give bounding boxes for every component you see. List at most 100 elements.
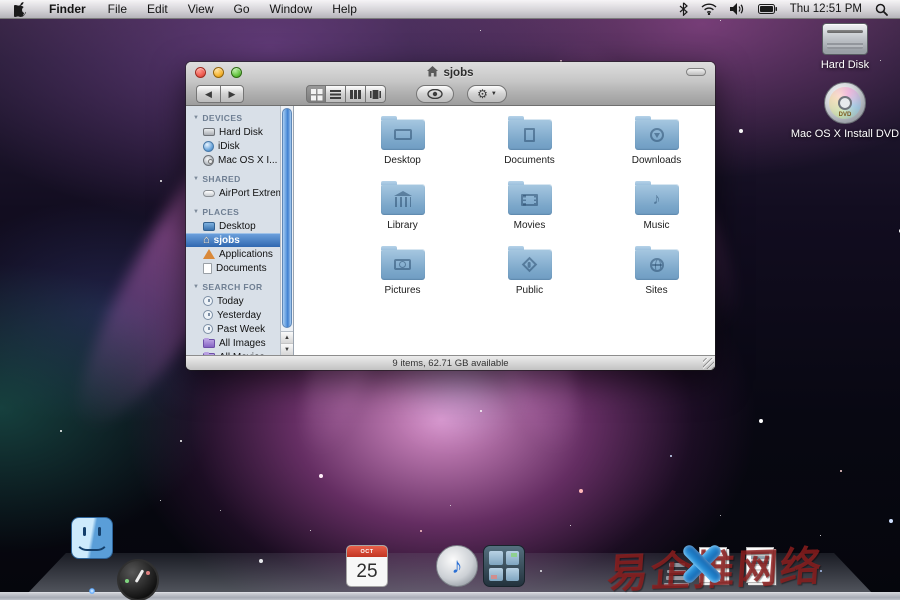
document-emblem-icon <box>524 128 535 142</box>
gauge-needle <box>135 569 144 582</box>
dock-spaces[interactable] <box>483 545 525 587</box>
menu-help[interactable]: Help <box>322 0 367 19</box>
folder-icon <box>381 119 425 150</box>
folder-pictures[interactable]: Pictures <box>339 246 466 311</box>
airport-icon <box>203 190 215 197</box>
desktop-icon-install-dvd[interactable]: DVD Mac OS X Install DVD <box>790 82 900 140</box>
icon-view-button[interactable] <box>306 85 326 103</box>
folder-icon <box>635 249 679 280</box>
menu-view[interactable]: View <box>178 0 224 19</box>
folder-public[interactable]: Public <box>466 246 593 311</box>
folder-label: Desktop <box>384 155 421 166</box>
resize-grip[interactable] <box>703 358 714 369</box>
folder-icon <box>508 249 552 280</box>
desktop-icon <box>203 222 215 231</box>
scroll-down-arrow[interactable]: ▼ <box>281 343 293 355</box>
sidebar-section-shared[interactable]: ▼SHARED <box>186 172 280 186</box>
folder-icon <box>508 184 552 215</box>
volume-icon[interactable] <box>730 3 745 15</box>
status-text: 9 items, 62.71 GB available <box>392 358 508 369</box>
folder-music[interactable]: ♪ Music <box>593 181 715 246</box>
dvd-disc-icon: DVD <box>824 82 866 124</box>
folder-desktop[interactable]: Desktop <box>339 116 466 181</box>
desktop-icon-hard-disk[interactable]: Hard Disk <box>790 23 900 71</box>
menu-edit[interactable]: Edit <box>137 0 178 19</box>
clock-icon <box>203 296 213 306</box>
applications-icon <box>203 249 215 259</box>
menu-window[interactable]: Window <box>260 0 323 19</box>
dock-ical[interactable]: OCT 25 <box>346 545 388 587</box>
coverflow-view-button[interactable] <box>366 85 386 103</box>
camera-emblem-icon <box>394 259 411 270</box>
forward-button[interactable]: ▶ <box>220 85 244 103</box>
folder-icon <box>381 184 425 215</box>
action-menu-button[interactable]: ⚙▼ <box>467 85 507 103</box>
finder-smile <box>75 539 109 551</box>
sidebar-item-sjobs[interactable]: ⌂sjobs <box>186 233 280 247</box>
folder-documents[interactable]: Documents <box>466 116 593 181</box>
folder-sites[interactable]: Sites <box>593 246 715 311</box>
folder-label: Public <box>516 285 543 296</box>
sidebar: ▼DEVICES Hard Disk iDisk Mac OS X I... ▼… <box>186 106 294 355</box>
spotlight-icon[interactable] <box>875 3 888 16</box>
list-view-button[interactable] <box>326 85 346 103</box>
sidebar-item-past-week[interactable]: Past Week <box>186 322 280 336</box>
sidebar-section-devices[interactable]: ▼DEVICES <box>186 111 280 125</box>
sidebar-item-today[interactable]: Today <box>186 294 280 308</box>
sidebar-scrollbar[interactable]: ▲ ▼ <box>280 106 293 355</box>
sidebar-item-hard-disk[interactable]: Hard Disk <box>186 125 280 139</box>
sidebar-item-idisk[interactable]: iDisk <box>186 139 280 153</box>
column-view-button[interactable] <box>346 85 366 103</box>
disclosure-triangle-icon: ▼ <box>193 115 199 121</box>
clock-icon <box>203 324 213 334</box>
menu-file[interactable]: File <box>98 0 137 19</box>
home-icon <box>427 66 438 80</box>
menu-clock[interactable]: Thu 12:51 PM <box>790 3 862 15</box>
music-note-emblem-icon: ♪ <box>653 192 661 208</box>
toolbar-toggle-button[interactable] <box>686 68 706 76</box>
hard-disk-label: Hard Disk <box>821 59 869 71</box>
clock-icon <box>203 310 213 320</box>
smart-folder-icon <box>203 339 215 348</box>
scrollbar-thumb[interactable] <box>282 108 292 328</box>
folder-label: Movies <box>514 220 546 231</box>
sidebar-item-yesterday[interactable]: Yesterday <box>186 308 280 322</box>
sidebar-item-desktop[interactable]: Desktop <box>186 219 280 233</box>
cd-icon <box>203 155 214 166</box>
dock-finder[interactable] <box>71 517 113 559</box>
folder-library[interactable]: Library <box>339 181 466 246</box>
calendar-month: OCT <box>347 546 387 557</box>
wifi-icon[interactable] <box>701 3 717 15</box>
window-header[interactable]: sjobs ◀ ▶ <box>186 62 715 106</box>
sidebar-section-places[interactable]: ▼PLACES <box>186 205 280 219</box>
sidebar-item-airport-extreme[interactable]: AirPort Extreme <box>186 186 280 200</box>
sidebar-item-documents[interactable]: Documents <box>186 261 280 275</box>
menu-finder[interactable]: Finder <box>37 0 98 19</box>
scroll-up-arrow[interactable]: ▲ <box>281 332 293 343</box>
folder-icon <box>508 119 552 150</box>
hard-disk-icon <box>822 23 868 55</box>
menu-go[interactable]: Go <box>224 0 260 19</box>
library-emblem-icon <box>395 197 411 207</box>
back-button[interactable]: ◀ <box>196 85 220 103</box>
folder-label: Music <box>643 220 669 231</box>
disclosure-triangle-icon: ▼ <box>193 284 199 290</box>
apple-menu-icon[interactable] <box>14 2 27 17</box>
folder-movies[interactable]: Movies <box>466 181 593 246</box>
gear-icon: ⚙ <box>477 87 488 101</box>
folder-downloads[interactable]: Downloads <box>593 116 715 181</box>
public-emblem-icon <box>522 257 538 273</box>
sidebar-item-applications[interactable]: Applications <box>186 247 280 261</box>
folder-label: Library <box>387 220 418 231</box>
globe-emblem-icon <box>650 258 664 272</box>
dock-itunes[interactable] <box>436 545 478 587</box>
sidebar-item-mac-os-x-install[interactable]: Mac OS X I... <box>186 153 280 167</box>
battery-icon[interactable] <box>758 4 777 14</box>
sidebar-section-search-for[interactable]: ▼SEARCH FOR <box>186 280 280 294</box>
dock-dashboard[interactable] <box>117 559 159 600</box>
window-title: sjobs <box>443 67 473 79</box>
sidebar-item-all-images[interactable]: All Images <box>186 336 280 350</box>
bluetooth-icon[interactable] <box>679 2 688 16</box>
folder-icon <box>381 249 425 280</box>
quick-look-button[interactable] <box>416 85 454 103</box>
